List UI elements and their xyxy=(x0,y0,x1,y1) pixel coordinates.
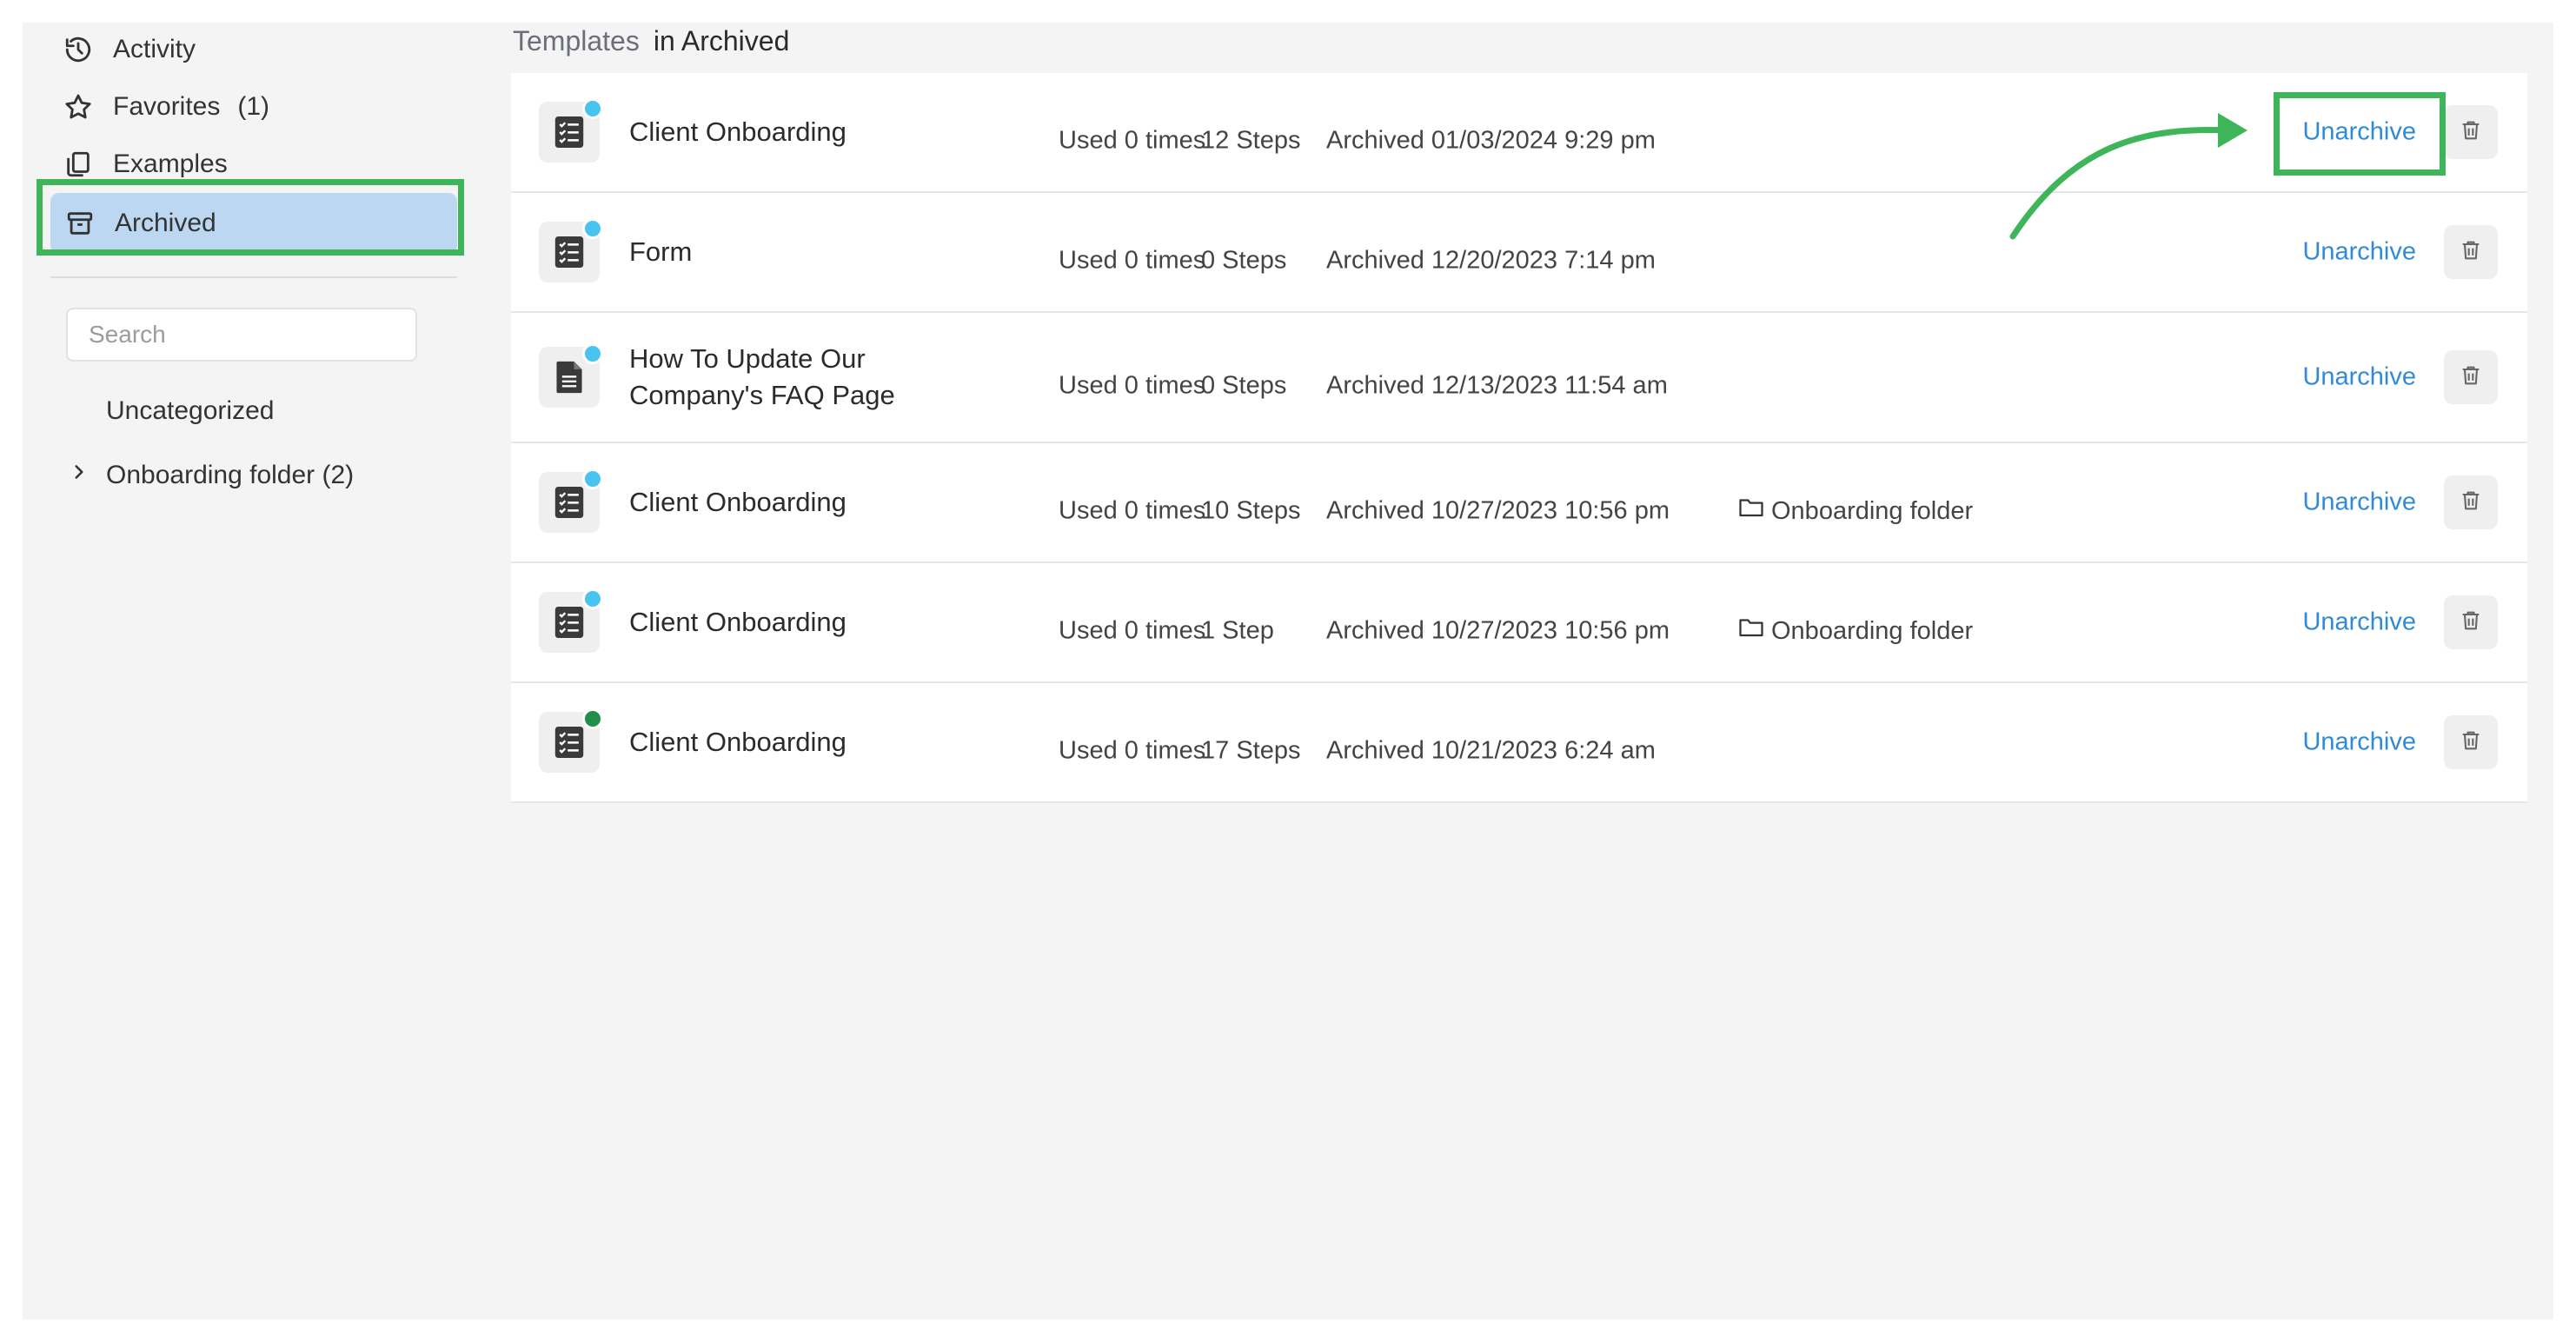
steps-count: 0 Steps xyxy=(1201,246,1287,275)
steps-count: 17 Steps xyxy=(1201,736,1301,765)
status-dot xyxy=(582,588,603,609)
template-title[interactable]: Client Onboarding xyxy=(629,604,846,641)
breadcrumb: Templates in Archived xyxy=(513,23,789,59)
chevron-right-icon[interactable] xyxy=(68,461,90,490)
archived-date: Archived 10/27/2023 10:56 pm xyxy=(1326,496,1670,525)
delete-button[interactable] xyxy=(2444,350,2498,404)
archived-date: Archived 12/20/2023 7:14 pm xyxy=(1326,246,1656,275)
trash-icon xyxy=(2459,488,2483,518)
status-dot xyxy=(582,708,603,729)
sidebar-item-label: Activity xyxy=(113,35,196,63)
folder-icon xyxy=(1738,616,1764,646)
template-title[interactable]: Form xyxy=(629,234,692,270)
search-input[interactable] xyxy=(66,308,417,362)
used-count: Used 0 times xyxy=(1059,496,1206,525)
checklist-icon xyxy=(539,708,603,773)
trash-icon xyxy=(2459,117,2483,148)
delete-button[interactable] xyxy=(2444,475,2498,529)
template-list: Client Onboarding Used 0 times 12 Steps … xyxy=(511,73,2527,803)
archived-date: Archived 10/21/2023 6:24 am xyxy=(1326,736,1656,765)
sidebar-item-favorites[interactable]: Favorites (1) xyxy=(61,83,452,130)
used-count: Used 0 times xyxy=(1059,126,1206,155)
steps-count: 1 Step xyxy=(1201,616,1274,645)
breadcrumb-current: in Archived xyxy=(653,24,790,56)
sidebar-item-label: Examples xyxy=(113,149,228,178)
status-dot xyxy=(582,343,603,364)
status-dot xyxy=(582,218,603,239)
template-row[interactable]: Form Used 0 times 0 Steps Archived 12/20… xyxy=(511,193,2527,313)
trash-icon xyxy=(2459,237,2483,268)
archive-icon xyxy=(63,206,97,241)
folder-label: Uncategorized xyxy=(106,396,275,425)
sidebar-item-examples[interactable]: Examples xyxy=(61,141,452,188)
steps-count: 0 Steps xyxy=(1201,371,1287,400)
sidebar: Activity Favorites (1) Examples Archived… xyxy=(23,23,475,1319)
unarchive-button[interactable]: Unarchive xyxy=(2302,363,2416,392)
folder-tag-label: Onboarding folder xyxy=(1771,496,1974,525)
folder-item-uncategorized[interactable]: Uncategorized xyxy=(106,389,274,433)
checklist-icon xyxy=(539,588,603,653)
archived-date: Archived 12/13/2023 11:54 am xyxy=(1326,371,1668,400)
used-count: Used 0 times xyxy=(1059,736,1206,765)
trash-icon xyxy=(2459,727,2483,758)
delete-button[interactable] xyxy=(2444,225,2498,279)
checklist-icon xyxy=(539,218,603,282)
archived-date: Archived 10/27/2023 10:56 pm xyxy=(1326,616,1670,645)
unarchive-button[interactable]: Unarchive xyxy=(2302,488,2416,517)
template-title[interactable]: Client Onboarding xyxy=(629,484,846,521)
template-row[interactable]: Client Onboarding Used 0 times 17 Steps … xyxy=(511,683,2527,803)
sidebar-divider xyxy=(50,276,457,278)
favorites-count: (1) xyxy=(237,92,270,121)
trash-icon xyxy=(2459,608,2483,638)
status-dot xyxy=(582,98,603,119)
template-row[interactable]: Client Onboarding Used 0 times 12 Steps … xyxy=(511,73,2527,193)
sidebar-item-label: Favorites xyxy=(113,92,221,121)
template-title[interactable]: How To Update Our Company's FAQ Page xyxy=(629,341,994,414)
template-row[interactable]: How To Update Our Company's FAQ Page Use… xyxy=(511,313,2527,443)
app-window: Activity Favorites (1) Examples Archived… xyxy=(23,23,2553,1319)
checklist-icon xyxy=(539,468,603,533)
status-dot xyxy=(582,468,603,489)
template-row[interactable]: Client Onboarding Used 0 times 10 Steps … xyxy=(511,443,2527,563)
unarchive-button[interactable]: Unarchive xyxy=(2302,728,2416,757)
breadcrumb-templates-link[interactable]: Templates xyxy=(513,25,640,57)
trash-icon xyxy=(2459,362,2483,393)
used-count: Used 0 times xyxy=(1059,371,1206,400)
used-count: Used 0 times xyxy=(1059,616,1206,645)
document-icon xyxy=(539,343,603,408)
delete-button[interactable] xyxy=(2444,105,2498,159)
star-icon xyxy=(61,90,96,124)
sidebar-item-label: Archived xyxy=(115,209,216,237)
folder-tag: Onboarding folder xyxy=(1738,616,1973,646)
checklist-icon xyxy=(539,98,603,163)
folder-tag-label: Onboarding folder xyxy=(1771,616,1974,645)
steps-count: 10 Steps xyxy=(1201,496,1301,525)
used-count: Used 0 times xyxy=(1059,246,1206,275)
template-row[interactable]: Client Onboarding Used 0 times 1 Step Ar… xyxy=(511,563,2527,683)
steps-count: 12 Steps xyxy=(1201,126,1301,155)
copy-icon xyxy=(61,147,96,182)
sidebar-item-activity[interactable]: Activity xyxy=(61,26,452,73)
history-icon xyxy=(61,32,96,67)
delete-button[interactable] xyxy=(2444,595,2498,649)
unarchive-button[interactable]: Unarchive xyxy=(2302,608,2416,637)
delete-button[interactable] xyxy=(2444,715,2498,769)
template-title[interactable]: Client Onboarding xyxy=(629,114,846,150)
archived-date: Archived 01/03/2024 9:29 pm xyxy=(1326,126,1656,155)
unarchive-button[interactable]: Unarchive xyxy=(2302,118,2416,147)
folder-label: Onboarding folder (2) xyxy=(106,461,355,489)
folder-tag: Onboarding folder xyxy=(1738,496,1973,526)
folder-item-onboarding[interactable]: Onboarding folder (2) xyxy=(68,454,354,497)
unarchive-button[interactable]: Unarchive xyxy=(2302,238,2416,267)
sidebar-item-archived[interactable]: Archived xyxy=(50,193,457,254)
folder-icon xyxy=(1738,496,1764,526)
template-title[interactable]: Client Onboarding xyxy=(629,724,846,761)
